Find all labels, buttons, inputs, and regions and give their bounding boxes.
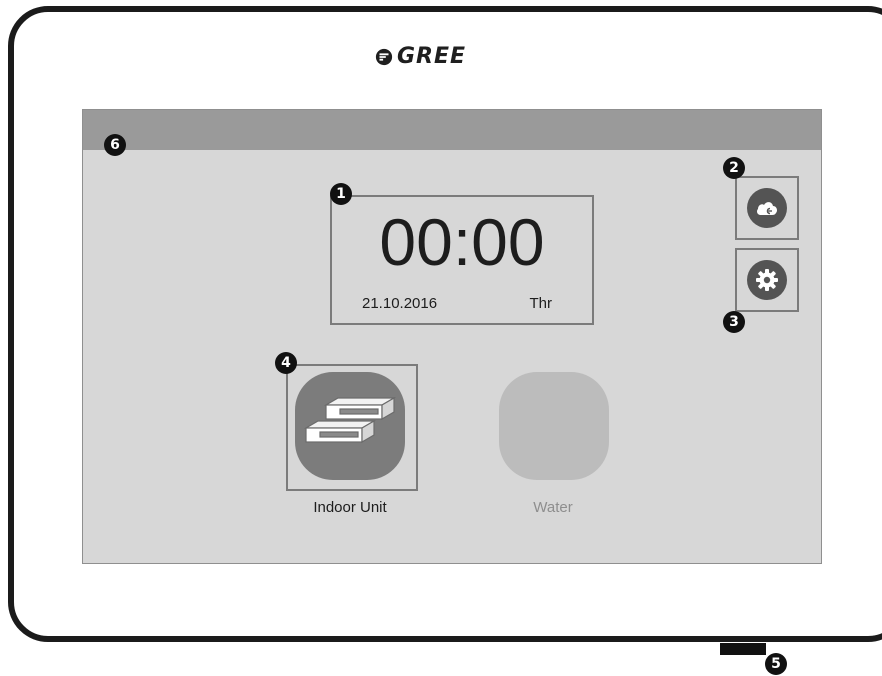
status-bar [83, 110, 821, 150]
gree-logo-icon [375, 48, 393, 66]
callout-1: 1 [330, 183, 352, 205]
callout-3: 3 [723, 311, 745, 333]
touch-screen: 00:00 21.10.2016 Thr Indoor Unit Water [82, 109, 822, 564]
indoor-unit-icon [304, 397, 396, 444]
brand-logo: GREE [375, 46, 466, 68]
device-diagram: GREE 00:00 21.10.2016 Thr Indoor Unit Wa… [0, 0, 882, 676]
cloud-button[interactable] [747, 188, 787, 228]
callout-4: 4 [275, 352, 297, 374]
clock-time: 00:00 [379, 205, 545, 279]
settings-button[interactable] [747, 260, 787, 300]
water-button[interactable] [499, 372, 609, 480]
callout-2: 2 [723, 157, 745, 179]
cloud-icon [757, 202, 777, 215]
indoor-unit-label: Indoor Unit [313, 499, 387, 516]
clock-date: 21.10.2016 [362, 295, 438, 312]
brand-name: GREE [397, 44, 467, 69]
usb-port [720, 643, 766, 655]
clock-panel[interactable]: 00:00 21.10.2016 Thr [330, 195, 594, 325]
callout-6: 6 [104, 134, 126, 156]
settings-button-frame [735, 248, 799, 312]
indoor-unit-button[interactable] [295, 372, 405, 480]
callout-5: 5 [765, 653, 787, 675]
clock-day: Thr [529, 295, 553, 312]
water-label: Water [533, 499, 573, 516]
cloud-button-frame [735, 176, 799, 240]
gear-icon [756, 269, 778, 291]
